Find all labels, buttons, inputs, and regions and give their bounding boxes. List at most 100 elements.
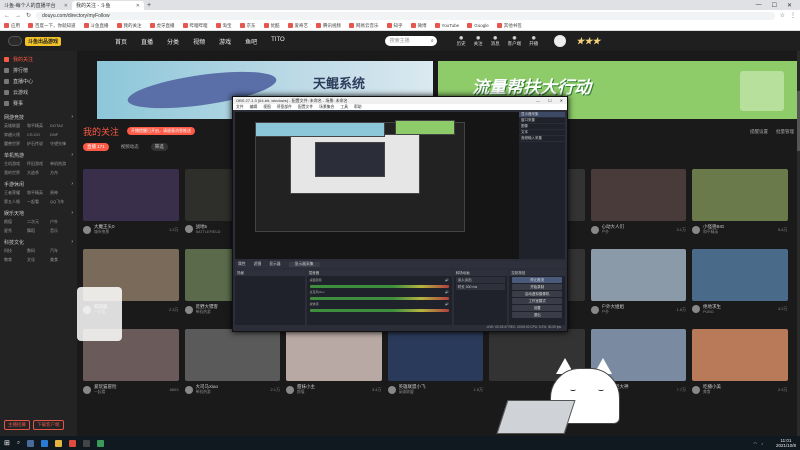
streamer-avatar[interactable] bbox=[692, 225, 700, 234]
obs-menu-item[interactable]: 帮助 bbox=[354, 105, 362, 110]
star-icon[interactable]: ☆ bbox=[780, 12, 785, 19]
stream-thumbnail[interactable] bbox=[387, 329, 483, 381]
streamer-avatar[interactable] bbox=[83, 385, 91, 394]
maximize-icon[interactable]: ☐ bbox=[548, 98, 552, 103]
sidebar-item[interactable]: 赛事 bbox=[4, 98, 73, 109]
network-icon[interactable]: ◠ bbox=[753, 441, 757, 446]
sidebar-item[interactable]: 云游戏 bbox=[4, 87, 73, 98]
sidebar-section-title[interactable]: 单机热游 › bbox=[4, 152, 73, 161]
stream-card[interactable]: 小怪兽BIG 和平精英 5.6万 bbox=[692, 169, 788, 241]
stream-card[interactable]: 大司马Xiao 单机热游 2.1万 bbox=[184, 329, 280, 401]
obs-control-button[interactable]: 启动虚拟摄像机 bbox=[512, 291, 563, 297]
download-client-button[interactable]: 下载客户端 bbox=[33, 420, 64, 430]
stream-card[interactable]: 英雄联盟小飞 英雄联盟 1.5万 bbox=[387, 329, 483, 401]
bookmark-item[interactable]: 爱奇艺 bbox=[287, 23, 308, 29]
streamer-avatar[interactable] bbox=[83, 225, 91, 234]
stream-thumbnail[interactable] bbox=[692, 169, 788, 221]
close-icon[interactable]: ✕ bbox=[64, 3, 68, 9]
obs-menu-item[interactable]: 编辑 bbox=[250, 105, 258, 110]
chrome-icon[interactable] bbox=[69, 439, 77, 447]
site-logo[interactable]: 斗鱼出品游戏 bbox=[8, 36, 62, 46]
streamer-avatar[interactable] bbox=[184, 305, 193, 314]
stream-thumbnail[interactable] bbox=[184, 329, 280, 381]
batch-manage-link[interactable]: 批量管理 bbox=[776, 129, 794, 135]
filters-button[interactable]: 滤镜 bbox=[254, 262, 262, 267]
sidebar-link[interactable]: 单机热游 bbox=[50, 161, 73, 167]
obs-menu-item[interactable]: 工具 bbox=[340, 105, 348, 110]
stream-card[interactable]: 大魔王头0 城市夜景 1.2万 bbox=[83, 169, 179, 241]
sidebar-link[interactable]: 文化 bbox=[27, 257, 50, 263]
sidebar-link[interactable]: 穿越火线 bbox=[4, 132, 27, 138]
bookmark-item[interactable]: 哔哩哔哩 bbox=[182, 23, 208, 29]
sidebar-section-title[interactable]: 手游休闲 › bbox=[4, 181, 73, 190]
bookmark-item[interactable]: 知乎 bbox=[386, 23, 403, 29]
streamer-avatar[interactable] bbox=[590, 225, 599, 234]
stream-card[interactable]: 吃播小美 美食 2.9万 bbox=[692, 329, 788, 401]
sidebar-link[interactable]: 数码 bbox=[27, 248, 50, 254]
bookmark-item[interactable]: 微博 bbox=[410, 23, 427, 29]
sidebar-item[interactable]: 排行榜 bbox=[4, 65, 73, 76]
nav-item[interactable]: 直播 bbox=[141, 37, 153, 46]
bookmark-item[interactable]: 优酷 bbox=[263, 23, 280, 29]
sidebar-link[interactable]: 和平精英 bbox=[27, 123, 50, 129]
url-input[interactable]: douyu.com/directory/myFollow bbox=[36, 11, 775, 20]
bookmark-item[interactable]: 我的关注 bbox=[116, 23, 142, 29]
obs-control-button[interactable]: 设置 bbox=[512, 305, 563, 311]
bookmark-item[interactable]: 腾讯视频 bbox=[316, 23, 341, 29]
sidebar-link[interactable]: 舞蹈 bbox=[27, 228, 50, 234]
browser-tab-active[interactable]: 我的关注 - 斗鱼 ✕ bbox=[72, 1, 144, 10]
header-icon-item[interactable]: ◉ 关注 bbox=[474, 35, 483, 47]
back-icon[interactable]: ← bbox=[4, 13, 10, 19]
streamer-avatar[interactable] bbox=[184, 225, 193, 233]
stream-card[interactable]: 绝地求生 PUBG 4.2万 bbox=[692, 249, 788, 321]
minimize-icon[interactable]: — bbox=[536, 98, 540, 103]
header-icon-item[interactable]: ◉ 开播 bbox=[529, 35, 538, 47]
sidebar-link[interactable]: 教育 bbox=[4, 257, 27, 263]
sidebar-link[interactable]: 和平精英 bbox=[27, 190, 50, 196]
sidebar-link[interactable]: 原神 bbox=[50, 190, 73, 196]
search-icon[interactable]: ⌕ bbox=[431, 36, 434, 46]
sidebar-link[interactable]: 方舟 bbox=[50, 170, 73, 176]
promo-logo[interactable]: ★★★ bbox=[576, 36, 600, 47]
obs-menu-item[interactable]: 配置文件 bbox=[298, 105, 313, 110]
volume-meter[interactable] bbox=[309, 309, 449, 312]
sidebar-section-title[interactable]: 网游竞技 › bbox=[4, 114, 73, 123]
header-icon-item[interactable]: ◉ 历史 bbox=[457, 35, 466, 47]
sidebar-link[interactable]: 一起看 bbox=[27, 199, 50, 205]
bookmark-item[interactable]: 百度一下，你就知道 bbox=[28, 23, 76, 29]
sidebar-link[interactable]: 炉石传说 bbox=[27, 141, 50, 147]
nav-item[interactable]: 鱼吧 bbox=[245, 37, 257, 46]
sidebar-link[interactable]: 怀旧游戏 bbox=[27, 161, 50, 167]
filter-select[interactable]: 筛选 bbox=[150, 143, 168, 151]
filter-video[interactable]: 视频动态 bbox=[117, 143, 143, 151]
nav-item[interactable]: TITO bbox=[271, 37, 285, 46]
bookmark-item[interactable]: 其他书签 bbox=[496, 23, 522, 29]
sidebar-link[interactable]: 星秀 bbox=[4, 228, 27, 234]
explorer-icon[interactable] bbox=[55, 439, 63, 447]
sidebar-link[interactable]: 英雄联盟 bbox=[4, 123, 27, 129]
filter-live[interactable]: 直播 171 bbox=[83, 143, 109, 151]
volume-icon[interactable]: 🔊 bbox=[445, 278, 449, 282]
sidebar-link[interactable]: 科技 bbox=[4, 248, 27, 254]
obs-control-button[interactable]: 工作室模式 bbox=[512, 298, 563, 304]
sidebar-link[interactable]: 守望先锋 bbox=[50, 141, 73, 147]
bookmark-item[interactable]: 淘宝 bbox=[215, 23, 232, 29]
new-tab-icon[interactable]: + bbox=[147, 2, 151, 9]
nav-item[interactable]: 视频 bbox=[193, 37, 205, 46]
streamer-avatar[interactable] bbox=[590, 305, 599, 314]
sidebar-link[interactable]: 颜值 bbox=[4, 219, 27, 225]
stream-thumbnail[interactable] bbox=[590, 169, 686, 221]
close-window-icon[interactable]: ✕ bbox=[787, 2, 792, 9]
minimize-icon[interactable]: — bbox=[756, 2, 762, 9]
stream-card[interactable]: 户外大姐姐 户外 1.8万 bbox=[590, 249, 686, 321]
bookmark-item[interactable]: YouTube bbox=[434, 23, 459, 28]
volume-icon[interactable]: 🔊 bbox=[445, 302, 449, 306]
transition-select[interactable]: 淡入淡出 bbox=[455, 277, 506, 283]
volume-icon[interactable]: 🔊 bbox=[445, 290, 449, 294]
obs-control-button[interactable]: 停止推流 bbox=[512, 277, 563, 283]
display-select[interactable]: 显示器采集 bbox=[288, 262, 320, 267]
bookmark-item[interactable]: 斗鱼直播 bbox=[83, 23, 109, 29]
obs-icon[interactable] bbox=[83, 439, 91, 447]
stream-thumbnail[interactable] bbox=[83, 169, 179, 221]
edge-icon[interactable] bbox=[41, 439, 49, 447]
